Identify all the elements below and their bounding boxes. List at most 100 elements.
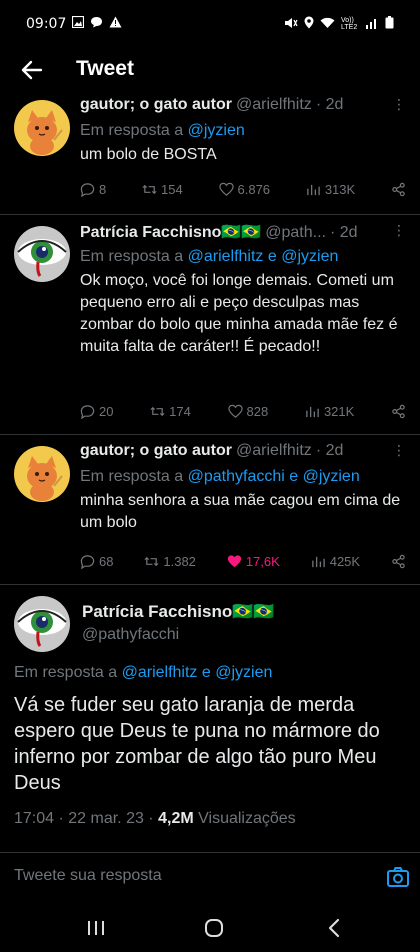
reply-prefix: Em resposta a — [80, 248, 184, 265]
tweet-time: · 2d — [329, 224, 358, 241]
like-button[interactable]: 17,6K — [227, 554, 280, 569]
reply-count: 8 — [99, 182, 107, 197]
views-button[interactable]: 425K — [311, 554, 360, 569]
reply-button[interactable]: 68 — [80, 554, 113, 569]
gallery-icon — [72, 15, 85, 32]
views-icon — [306, 406, 319, 418]
tweet-time: · 2d — [315, 442, 344, 459]
reply-tweet[interactable]: gautor; o gato autor @arielfhitz · 2d ⋮ … — [0, 96, 420, 214]
battery-icon — [385, 16, 394, 32]
reply-button[interactable]: 20 — [80, 404, 113, 419]
retweet-count: 1.382 — [163, 554, 196, 569]
recents-icon[interactable] — [84, 916, 108, 940]
reply-prefix: Em resposta a — [14, 664, 118, 681]
mention-link[interactable]: @arielfhitz e @jyzien — [122, 664, 273, 681]
warning-icon — [109, 16, 122, 32]
author-handle: @arielfhitz — [235, 442, 312, 459]
retweet-icon — [142, 184, 157, 195]
more-options-icon[interactable]: ⋮ — [392, 442, 406, 459]
reply-composer[interactable]: Tweete sua resposta — [0, 852, 420, 902]
retweet-button[interactable]: 1.382 — [144, 554, 196, 569]
reply-button[interactable]: 8 — [80, 182, 106, 197]
mention-link[interactable]: @arielfhitz e @jyzien — [188, 248, 339, 265]
views-label: Visualizações — [198, 810, 296, 827]
divider — [0, 214, 420, 215]
views-count: 4,2M — [158, 810, 194, 827]
tweet-text: Vá se fuder seu gato laranja de merda es… — [14, 694, 380, 794]
views-count: 313K — [324, 182, 356, 197]
reply-prefix: Em resposta a — [80, 468, 184, 485]
author-name[interactable]: Patrícia Facchisno🇧🇷🇧🇷 — [80, 222, 261, 242]
divider — [0, 584, 420, 585]
signal-icon — [365, 17, 379, 32]
like-count: 6.876 — [237, 182, 271, 197]
back-arrow-icon[interactable] — [18, 56, 46, 84]
mention-link[interactable]: @pathyfacchi e @jyzien — [188, 468, 360, 485]
share-button[interactable] — [391, 404, 406, 419]
like-count: 828 — [246, 404, 269, 419]
camera-icon[interactable] — [386, 865, 410, 889]
author-handle: @path... — [265, 224, 326, 241]
views-count: 425K — [329, 554, 361, 569]
retweet-button[interactable]: 174 — [150, 404, 191, 419]
share-button[interactable] — [391, 182, 406, 197]
share-button[interactable] — [391, 554, 406, 569]
avatar-cat[interactable] — [14, 100, 70, 156]
tweet-meta: 17:04 · 22 mar. 23 · 4,2M Visualizações — [14, 810, 296, 828]
tweet-timestamp: 17:04 · 22 mar. 23 · — [14, 810, 154, 827]
reply-icon — [80, 405, 95, 419]
avatar-eye[interactable] — [14, 596, 70, 652]
reply-context: Em resposta a @arielfhitz e @jyzien — [14, 664, 272, 682]
reply-icon — [80, 555, 95, 569]
tweet-text: minha senhora a sua mãe cagou em cima de… — [80, 492, 401, 531]
author-name[interactable]: Patrícia Facchisno🇧🇷🇧🇷 — [82, 602, 275, 622]
retweet-button[interactable]: 154 — [142, 182, 183, 197]
retweet-count: 154 — [161, 182, 183, 197]
share-icon — [392, 554, 405, 569]
tweet-text: um bolo de BOSTA — [80, 146, 217, 163]
retweet-icon — [150, 406, 165, 417]
heart-icon — [218, 182, 234, 196]
author-name[interactable]: gautor; o gato autor — [80, 442, 232, 460]
back-icon[interactable] — [322, 916, 346, 940]
share-icon — [392, 182, 405, 197]
author-name[interactable]: gautor; o gato autor — [80, 96, 232, 114]
wifi-icon — [320, 17, 335, 32]
more-options-icon[interactable]: ⋮ — [392, 96, 406, 113]
status-time: 09:07 — [26, 16, 67, 32]
system-nav-bar — [0, 902, 420, 952]
location-icon — [304, 16, 314, 32]
reply-tweet[interactable]: Patrícia Facchisno🇧🇷🇧🇷 @path... · 2d ⋮ E… — [0, 222, 420, 436]
views-icon — [307, 184, 320, 196]
reply-context: Em resposta a @arielfhitz e @jyzien — [80, 246, 406, 268]
reply-input[interactable]: Tweete sua resposta — [14, 867, 162, 885]
reply-count: 68 — [99, 554, 114, 569]
author-handle[interactable]: @pathyfacchi — [82, 626, 179, 644]
views-button[interactable]: 313K — [306, 182, 355, 197]
divider — [0, 434, 420, 435]
heart-icon — [227, 404, 243, 418]
views-button[interactable]: 321K — [305, 404, 354, 419]
reply-context: Em resposta a @jyzien — [80, 120, 406, 142]
home-icon[interactable] — [202, 916, 226, 940]
mention-link[interactable]: @jyzien — [188, 122, 245, 139]
message-icon — [90, 16, 103, 32]
like-button[interactable]: 828 — [227, 404, 269, 419]
more-options-icon[interactable]: ⋮ — [392, 222, 406, 239]
avatar-eye[interactable] — [14, 226, 70, 282]
views-icon — [311, 556, 325, 568]
heart-filled-icon — [227, 555, 241, 568]
reply-tweet[interactable]: gautor; o gato autor @arielfhitz · 2d ⋮ … — [0, 442, 420, 584]
views-count: 321K — [323, 404, 355, 419]
mute-icon — [284, 17, 298, 32]
like-button[interactable]: 6.876 — [218, 182, 271, 197]
like-count: 17,6K — [245, 554, 280, 569]
reply-icon — [80, 183, 95, 197]
status-bar: 09:07 Vo)) LTE2 — [0, 0, 420, 48]
reply-prefix: Em resposta a — [80, 122, 184, 139]
tweet-time: · 2d — [315, 96, 344, 113]
top-header: Tweet — [0, 48, 420, 92]
retweet-count: 174 — [169, 404, 191, 419]
network-label: Vo)) LTE2 — [341, 17, 358, 31]
avatar-cat[interactable] — [14, 446, 70, 502]
